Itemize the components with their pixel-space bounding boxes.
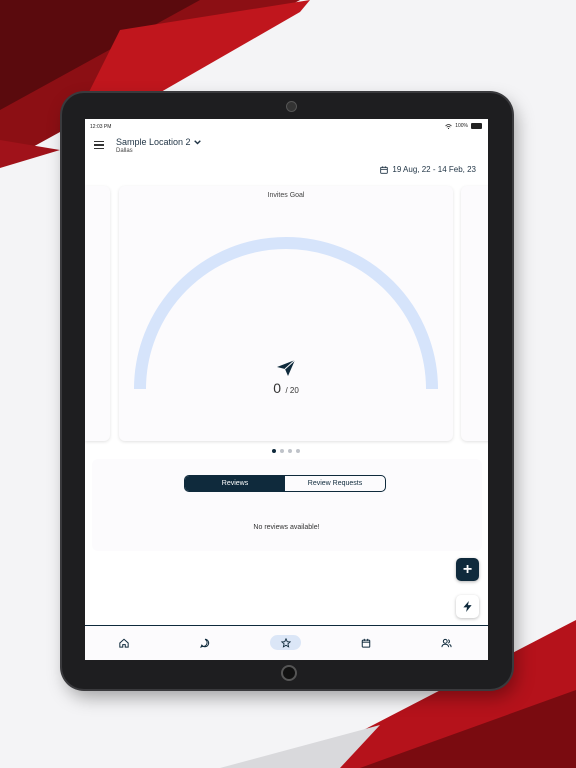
date-range-text: 19 Aug, 22 - 14 Feb, 23: [392, 165, 476, 174]
location-selector[interactable]: Sample Location 2: [116, 137, 201, 147]
star-icon: [280, 637, 291, 648]
calendar-icon: [380, 165, 389, 174]
reviews-tab-switcher: Reviews Review Requests: [184, 475, 386, 492]
nav-home[interactable]: [116, 636, 132, 650]
bolt-icon: [463, 601, 472, 612]
home-hardware-button[interactable]: [281, 665, 297, 681]
wifi-icon: [445, 123, 452, 129]
invites-goal-card[interactable]: Invites Goal 0 / 20: [119, 186, 453, 441]
add-button[interactable]: +: [456, 558, 479, 581]
bottom-navigation: [85, 625, 488, 660]
carousel-card-next[interactable]: [461, 186, 488, 441]
tab-review-requests[interactable]: Review Requests: [285, 476, 385, 491]
nav-messages[interactable]: [197, 636, 213, 650]
reviews-panel: [92, 459, 482, 551]
battery-icon: [471, 123, 482, 129]
card-title: Invites Goal: [267, 192, 305, 199]
empty-state-message: No reviews available!: [253, 524, 320, 531]
chevron-down-icon: [193, 139, 201, 145]
status-right: 100%: [445, 123, 482, 129]
home-icon: [119, 638, 129, 648]
camera: [286, 101, 297, 112]
chat-icon: [200, 638, 210, 648]
carousel-dot[interactable]: [280, 449, 284, 453]
app-screen: 12:03 PM 100% Sample Location 2 Dallas 1…: [85, 119, 488, 660]
battery-percent: 100%: [455, 123, 468, 129]
goal-total: / 20: [285, 386, 299, 395]
hamburger-menu-icon[interactable]: [94, 141, 104, 149]
location-name: Sample Location 2: [116, 137, 191, 147]
users-icon: [440, 638, 452, 648]
nav-calendar[interactable]: [358, 636, 374, 650]
goal-value: 0 / 20: [119, 380, 453, 398]
goal-current: 0: [273, 380, 281, 396]
app-header: Sample Location 2 Dallas: [85, 133, 488, 163]
status-bar: 12:03 PM 100%: [85, 119, 488, 133]
tab-reviews[interactable]: Reviews: [185, 476, 285, 491]
carousel-dot[interactable]: [296, 449, 300, 453]
quick-action-button[interactable]: [456, 595, 479, 618]
location-city: Dallas: [116, 148, 133, 154]
carousel-pagination: [272, 449, 300, 453]
date-range-picker[interactable]: 19 Aug, 22 - 14 Feb, 23: [380, 165, 476, 174]
plus-icon: +: [462, 560, 473, 578]
nav-reviews[interactable]: [270, 635, 301, 650]
status-time: 12:03 PM: [90, 124, 112, 130]
carousel-dot[interactable]: [288, 449, 292, 453]
nav-team[interactable]: [438, 636, 454, 650]
carousel-dot[interactable]: [272, 449, 276, 453]
carousel-card-previous[interactable]: [85, 186, 110, 441]
send-icon: [277, 359, 296, 376]
calendar-icon: [361, 638, 371, 648]
